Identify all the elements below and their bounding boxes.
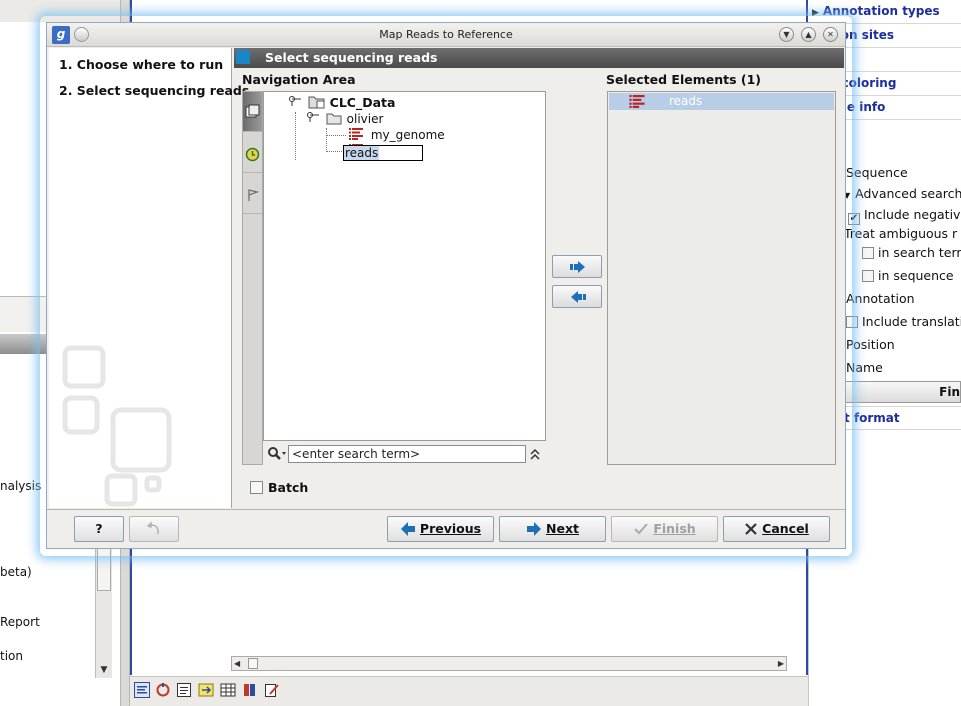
toolbox-item[interactable]: nalysis [0,479,41,493]
checkmark-icon [634,523,649,535]
selected-element-label: reads [669,94,703,108]
scroll-left-icon[interactable]: ◀ [234,657,240,670]
arrow-left-icon [571,291,586,303]
collapse-search-icon[interactable] [529,446,541,462]
navigation-area-label: Navigation Area [242,72,356,87]
tab-bookmarks[interactable] [243,174,262,214]
arrow-left-icon [400,522,415,536]
sequence-list-icon [629,95,645,108]
dialog-title: Map Reads to Reference [379,28,513,41]
toolbox-item[interactable]: tion [0,649,23,663]
editor-horizontal-scrollbar[interactable]: ◀ ▶ [231,656,787,671]
tree-item-reads-selected[interactable]: reads [343,145,423,161]
navigation-side-tabs [242,91,263,465]
view-toolbar [130,676,810,706]
flag-icon [248,189,260,201]
scroll-down-icon[interactable]: ▼ [96,662,112,678]
finish-button[interactable]: Finish [611,516,718,542]
footer-divider [47,509,845,510]
circular-view-icon[interactable] [155,682,171,698]
expander-icon[interactable] [306,111,322,125]
step-title: Select sequencing reads [265,50,438,65]
toolbox-item[interactable]: Report [0,615,40,629]
tree-label: my_genome [370,128,445,142]
tree-label: CLC_Data [329,95,396,110]
wizard-watermark-logo [62,345,172,507]
tree-item-clc-data[interactable]: CLC_Data [288,94,395,110]
help-button[interactable]: ? [74,516,124,542]
selected-elements-label: Selected Elements (1) [606,72,761,87]
tree-label: olivier [346,112,384,126]
tree-label: reads [344,146,380,160]
history-book-icon[interactable] [242,682,258,698]
navigation-search-input[interactable] [288,445,526,463]
batch-label: Batch [268,480,309,495]
navigation-tree[interactable]: CLC_Data olivier my_genome [263,91,546,441]
cancel-button[interactable]: Cancel [723,516,830,542]
selected-elements-list[interactable]: reads [607,91,836,465]
tree-item-my-genome[interactable]: my_genome [349,128,445,142]
arrow-right-icon [527,522,541,536]
tab-navigation[interactable] [243,92,262,132]
toolbox-item[interactable]: beta) [0,565,32,579]
annotation-table-icon[interactable] [198,682,214,698]
undo-icon [146,521,159,534]
step-marker-icon [236,50,250,64]
batch-checkbox[interactable] [250,481,263,494]
expander-icon[interactable] [288,95,304,109]
minimize-button[interactable]: ▼ [779,27,794,42]
step-choose-where-to-run: 1. Choose where to run [59,57,224,72]
tree-item-olivier[interactable]: olivier [306,111,383,126]
scroll-right-icon[interactable]: ▶ [778,657,784,670]
remove-from-selected-button[interactable] [552,285,602,308]
selected-element-row[interactable]: reads [609,93,834,110]
sequence-list-icon [349,128,363,140]
folder-icon [326,113,342,125]
history-icon [245,147,260,162]
map-reads-dialog: g Map Reads to Reference ▼ ▲ ✕ 1. Choose… [46,22,846,549]
search-icon[interactable] [267,446,287,462]
step-select-sequencing-reads: 2. Select sequencing reads [59,83,250,98]
folder-tree-icon [245,104,260,118]
wizard-steps-panel: 1. Choose where to run 2. Select sequenc… [49,48,249,508]
arrow-right-icon [570,261,585,273]
database-folder-icon [308,96,325,109]
close-icon [745,523,757,535]
edit-notes-icon[interactable] [264,682,280,698]
maximize-button[interactable]: ▲ [801,27,816,42]
previous-button[interactable]: Previous [387,516,494,542]
add-to-selected-button[interactable] [552,255,602,278]
next-button[interactable]: Next [499,516,606,542]
close-button[interactable]: ✕ [823,27,838,42]
sequence-view-icon[interactable] [134,682,150,698]
table-view-icon[interactable] [220,682,236,698]
scrollbar-thumb[interactable] [248,658,258,669]
tab-history[interactable] [243,133,262,173]
text-view-icon[interactable] [176,682,192,698]
reset-button[interactable] [129,516,179,542]
dialog-titlebar[interactable]: g Map Reads to Reference ▼ ▲ ✕ [47,23,845,47]
